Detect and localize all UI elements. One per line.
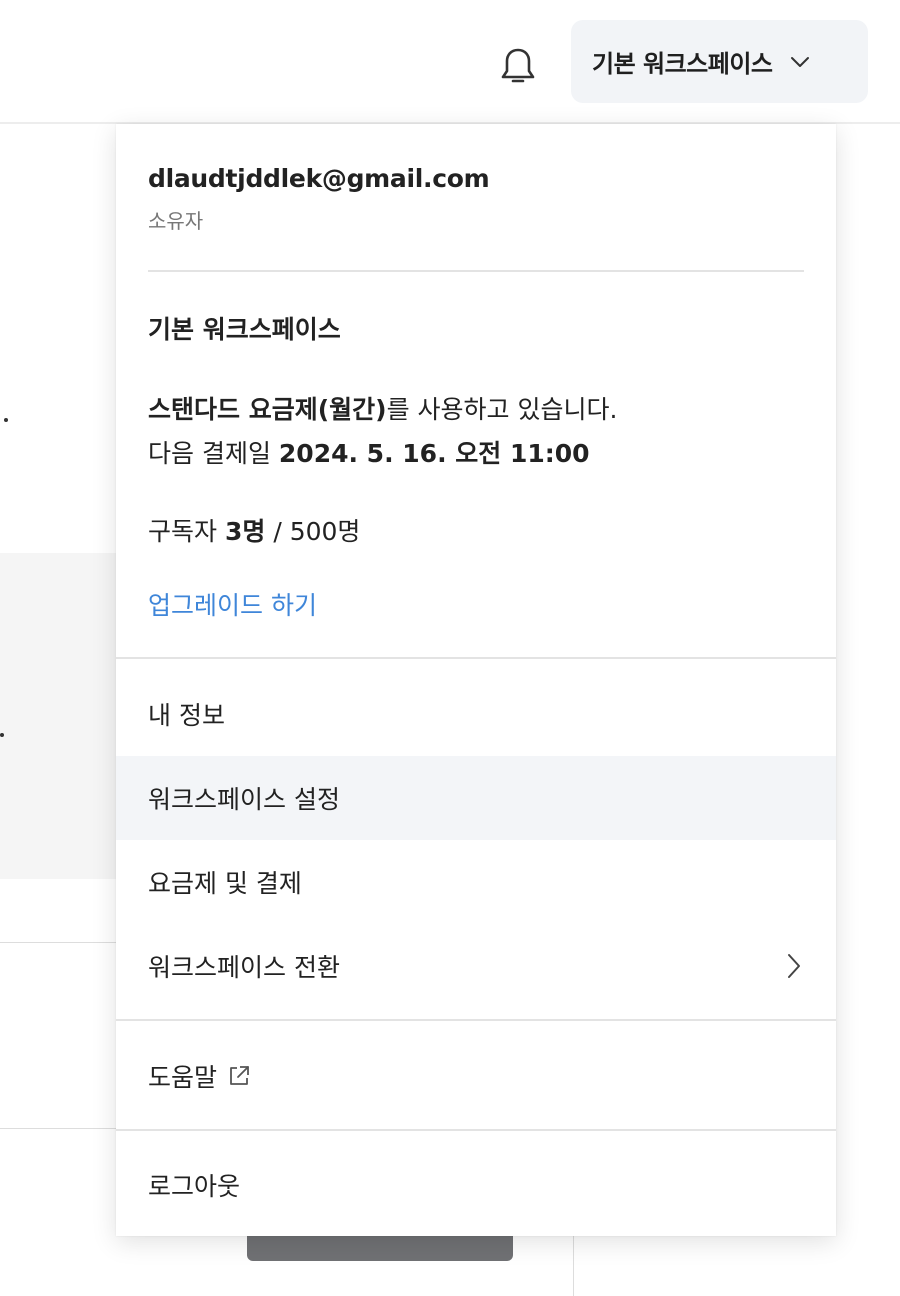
- background-divider: [0, 1128, 116, 1129]
- account-role: 소유자: [148, 209, 204, 233]
- menu-item-switch-workspace[interactable]: 워크스페이스 전환: [116, 924, 836, 1008]
- divider: [148, 270, 804, 272]
- menu-item-label: 내 정보: [148, 701, 225, 730]
- chevron-right-icon: [788, 954, 800, 978]
- background-divider: [573, 1232, 574, 1296]
- subscribers-limit: 500명: [289, 517, 361, 546]
- workspace-switcher-label: 기본 워크스페이스: [592, 50, 773, 78]
- menu-item-label: 로그아웃: [148, 1172, 241, 1201]
- menu-item-my-info[interactable]: 내 정보: [116, 672, 836, 756]
- workspace-name: 기본 워크스페이스: [148, 315, 341, 344]
- chevron-down-icon: [789, 51, 811, 73]
- subscribers-count: 3명: [224, 517, 266, 546]
- subscribers-separator: /: [265, 517, 290, 546]
- menu-item-label: 도움말: [148, 1063, 218, 1092]
- workspace-switcher-button[interactable]: 기본 워크스페이스: [571, 20, 868, 103]
- background-text-fragment: [0, 733, 4, 737]
- menu-item-label: 요금제 및 결제: [148, 869, 302, 898]
- menu-item-help[interactable]: 도움말: [116, 1034, 836, 1118]
- background-divider: [0, 942, 116, 943]
- account-email: dlaudtjddlek@gmail.com: [148, 164, 490, 193]
- bell-icon: [501, 48, 535, 83]
- account-info: dlaudtjddlek@gmail.com 소유자: [148, 164, 804, 234]
- menu-item-label: 워크스페이스 전환: [148, 953, 340, 982]
- workspace-dropdown-menu: dlaudtjddlek@gmail.com 소유자 기본 워크스페이스 스탠다…: [116, 124, 836, 1236]
- menu-item-workspace-settings[interactable]: 워크스페이스 설정: [116, 756, 836, 840]
- menu-item-label: 워크스페이스 설정: [148, 785, 340, 814]
- menu-item-plan-billing[interactable]: 요금제 및 결제: [116, 840, 836, 924]
- plan-name: 스탠다드 요금제(월간): [148, 395, 387, 424]
- subscribers-label: 구독자: [148, 517, 218, 546]
- plan-info: 스탠다드 요금제(월간)를 사용하고 있습니다.: [148, 390, 617, 426]
- notification-button[interactable]: [496, 44, 540, 88]
- subscribers-info: 구독자 3명 / 500명: [148, 512, 360, 548]
- background-text-fragment: [4, 418, 8, 422]
- next-payment-date: 2024. 5. 16. 오전 11:00: [278, 439, 590, 468]
- divider: [116, 1129, 836, 1131]
- page: 기본 워크스페이스 dlaudtjddlek@gmail.com 소유자 기본 …: [0, 0, 900, 1296]
- plan-suffix: 를 사용하고 있습니다.: [386, 395, 618, 424]
- background-panel: [0, 553, 130, 879]
- divider: [116, 1019, 836, 1021]
- divider: [116, 657, 836, 659]
- top-bar: 기본 워크스페이스: [0, 0, 900, 124]
- next-payment-info: 다음 결제일 2024. 5. 16. 오전 11:00: [148, 434, 590, 470]
- upgrade-link[interactable]: 업그레이드 하기: [148, 586, 317, 622]
- menu-item-logout[interactable]: 로그아웃: [116, 1143, 836, 1227]
- next-payment-label: 다음 결제일: [148, 439, 271, 468]
- external-link-icon: [227, 1064, 251, 1088]
